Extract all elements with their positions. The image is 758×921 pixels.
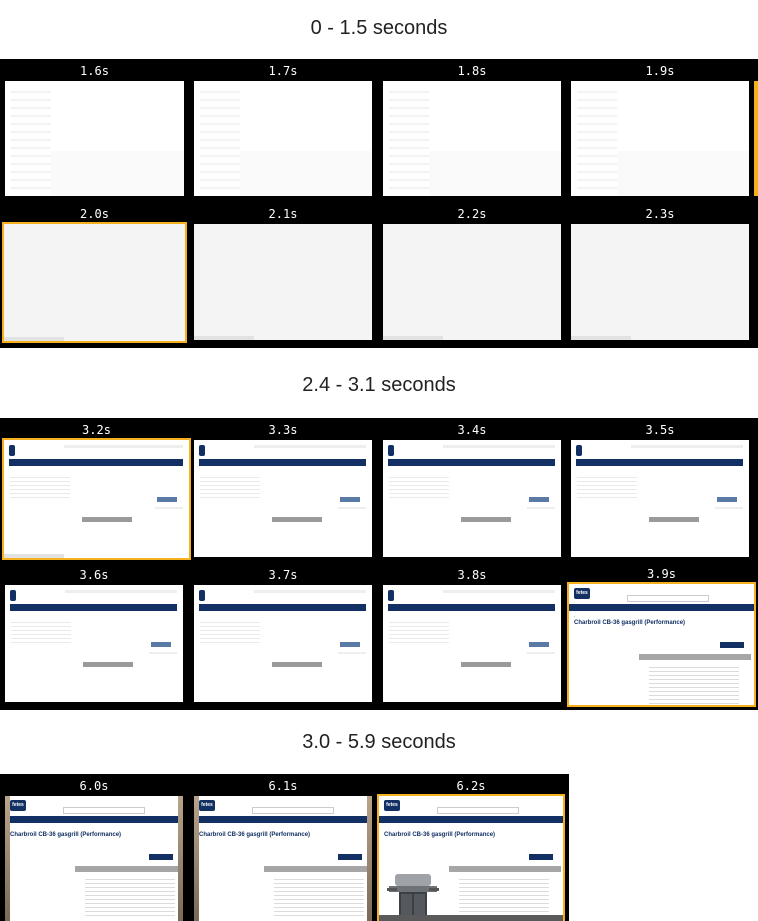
frame[interactable]: 2.1s — [194, 207, 372, 340]
site-logo: fetes — [10, 800, 26, 811]
frame-screenshot — [571, 81, 749, 196]
frame-screenshot — [383, 440, 561, 557]
frame-screenshot — [383, 585, 561, 702]
frame-time: 3.8s — [457, 568, 487, 582]
frame[interactable]: 2.3s — [571, 207, 749, 340]
frame[interactable]: 6.1s fetes Charbroil CB-36 gasgrill (Per… — [194, 779, 372, 921]
frame-screenshot — [4, 224, 185, 341]
frame[interactable]: 1.9s — [571, 64, 749, 196]
frame[interactable]: 3.3s — [194, 423, 372, 557]
product-title: Charbroil CB-36 gasgrill (Performance) — [10, 832, 122, 838]
frame-screenshot — [194, 440, 372, 557]
frame-time: 6.1s — [268, 779, 298, 793]
frame-screenshot — [194, 224, 372, 340]
frame-screenshot — [571, 440, 749, 557]
grill-image — [387, 874, 439, 921]
frame-time: 3.3s — [268, 423, 298, 437]
frame[interactable]: 1.6s — [5, 64, 184, 196]
frame-time: 3.9s — [647, 567, 676, 581]
frame[interactable]: 1.7s — [194, 64, 372, 196]
frame-time: 1.8s — [457, 64, 487, 78]
frame[interactable]: 3.4s — [383, 423, 561, 557]
frame-time: 3.7s — [268, 568, 298, 582]
frame-screenshot — [383, 224, 561, 340]
frame-screenshot — [383, 81, 561, 196]
frame[interactable]: 3.5s — [571, 423, 749, 557]
frame-screenshot: fetes Charbroil CB-36 gasgrill (Performa… — [379, 796, 563, 921]
frame-time: 3.4s — [457, 423, 487, 437]
filmstrip-row: 1.6s 1.7s 1.8s 1.9s 2.0s 2.1s 2.2s 2.3s — [0, 59, 758, 348]
filmstrip-row: 6.0s fetes Charbroil CB-36 gasgrill (Per… — [0, 774, 569, 921]
frame-time: 3.2s — [82, 423, 111, 437]
frame[interactable]: 1.8s — [383, 64, 561, 196]
frame-time: 2.3s — [645, 207, 675, 221]
frame-screenshot — [5, 81, 184, 196]
frame-time: 1.6s — [80, 64, 109, 78]
frame-selected[interactable]: 2.0s — [2, 207, 187, 343]
frame-time: 2.1s — [268, 207, 298, 221]
frame-time: 1.7s — [268, 64, 298, 78]
frame-screenshot — [194, 585, 372, 702]
site-logo: fetes — [199, 800, 215, 811]
frame-selected[interactable]: 3.9s fetes › Charbroil CB-36 gasgrill (P… — [567, 567, 756, 707]
filmstrip-row: 3.2s 3.3s 3.4s 3.5s 3.6s 3.7s 3.8s 3.9s … — [0, 418, 758, 710]
product-title: Charbroil CB-36 gasgrill (Performance) — [199, 832, 311, 838]
product-title: Charbroil CB-36 gasgrill (Performance) — [384, 832, 496, 838]
frame-screenshot: fetes › Charbroil CB-36 gasgrill (Perfor… — [569, 584, 754, 705]
frame-screenshot — [194, 81, 372, 196]
frame-time: 6.2s — [456, 779, 486, 793]
frame-screenshot: fetes Charbroil CB-36 gasgrill (Performa… — [5, 796, 183, 921]
product-title: Charbroil CB-36 gasgrill (Performance) — [574, 620, 686, 626]
frame[interactable]: 6.0s fetes Charbroil CB-36 gasgrill (Per… — [5, 779, 183, 921]
frame[interactable]: 3.8s — [383, 568, 561, 702]
section-title: 0 - 1.5 seconds — [310, 17, 448, 39]
frame[interactable]: 3.6s — [5, 568, 183, 702]
frame-time: 1.9s — [645, 64, 675, 78]
section-title: 2.4 - 3.1 seconds — [302, 374, 456, 396]
frame-time: 2.0s — [80, 207, 109, 221]
site-logo: fetes — [574, 588, 590, 599]
frame-screenshot: fetes Charbroil CB-36 gasgrill (Performa… — [194, 796, 372, 921]
frame-time: 3.6s — [79, 568, 109, 582]
frame-time: 2.2s — [457, 207, 487, 221]
frame[interactable]: 3.7s — [194, 568, 372, 702]
section-title: 3.0 - 5.9 seconds — [302, 731, 456, 753]
frame[interactable]: 2.2s — [383, 207, 561, 340]
frame-time: 6.0s — [79, 779, 109, 793]
frame-screenshot — [5, 585, 183, 702]
frame-time: 3.5s — [645, 423, 675, 437]
frame-selected[interactable]: 6.2s fetes Charbroil CB-36 gasgrill (Per… — [377, 779, 565, 921]
frame-screenshot — [4, 440, 189, 558]
frame-selected[interactable]: 3.2s — [2, 423, 191, 560]
frame-screenshot — [571, 224, 749, 340]
site-logo: fetes — [384, 800, 400, 811]
